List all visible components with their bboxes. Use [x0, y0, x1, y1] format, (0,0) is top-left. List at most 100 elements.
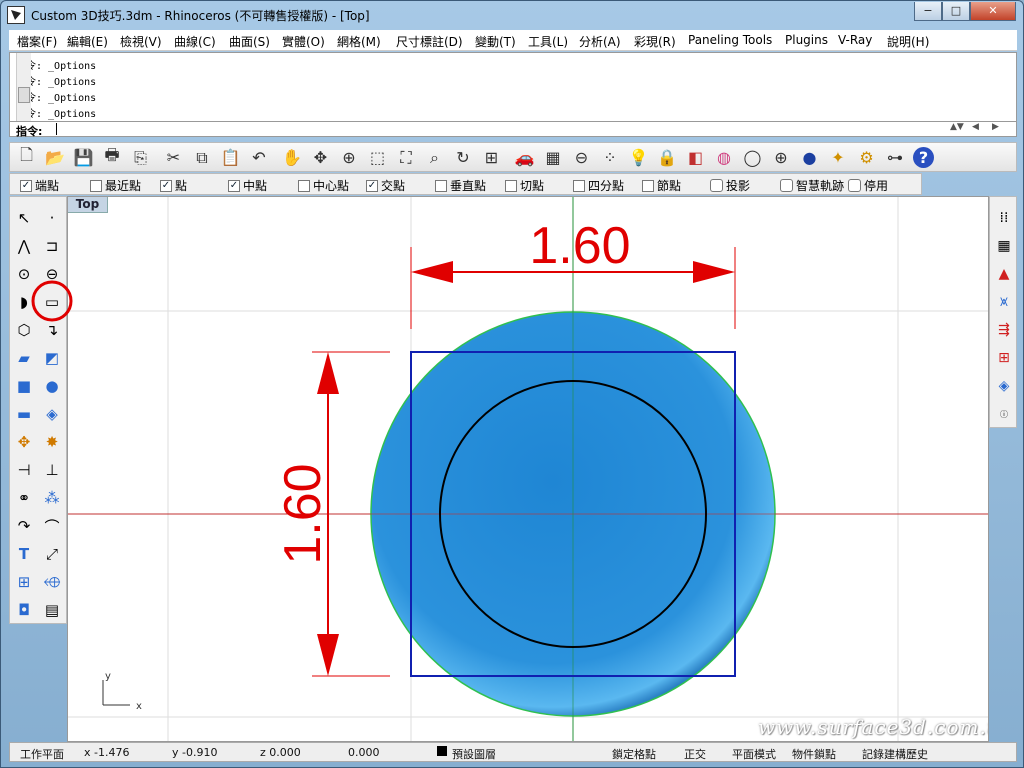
- checkbox[interactable]: [642, 179, 654, 192]
- command-line[interactable]: 指令: ▲▼ ◀ ▶: [9, 121, 1017, 138]
- split-icon[interactable]: ⊣: [13, 459, 35, 481]
- zoom-selected-icon[interactable]: ⌕: [424, 147, 445, 168]
- checkbox[interactable]: [505, 179, 517, 192]
- maximize-button[interactable]: □: [942, 2, 970, 21]
- osnap-near[interactable]: 最近點: [90, 177, 141, 194]
- osnap-disable[interactable]: 停用: [848, 177, 888, 194]
- spin-arrow-icon[interactable]: ▲▼: [950, 122, 964, 132]
- print-icon[interactable]: 🖶: [102, 145, 123, 168]
- osnap-project[interactable]: 投影: [710, 177, 750, 194]
- mesh-icon[interactable]: ◈: [41, 403, 63, 425]
- zoom-window-icon[interactable]: ⬚: [367, 147, 388, 168]
- checkbox[interactable]: [90, 179, 102, 192]
- polygon-icon[interactable]: ⬡: [13, 319, 35, 341]
- lock-icon[interactable]: 🔒: [657, 147, 678, 168]
- checkbox[interactable]: [435, 179, 447, 192]
- grid-shade-icon[interactable]: ▦: [543, 147, 564, 168]
- surface-icon[interactable]: ▰: [13, 347, 35, 369]
- menu-plugins[interactable]: Plugins: [785, 33, 828, 47]
- paste-icon[interactable]: 📋: [220, 147, 241, 168]
- toggle-box[interactable]: [710, 179, 723, 192]
- osnap-tan[interactable]: 切點: [505, 177, 544, 194]
- grid-points-icon[interactable]: ⁞⁞: [993, 207, 1015, 229]
- explode-icon[interactable]: ✸: [41, 431, 63, 453]
- box-icon[interactable]: ■: [13, 375, 35, 397]
- pan-icon[interactable]: ✋: [282, 147, 303, 168]
- open-icon[interactable]: 📂: [45, 147, 66, 168]
- checkbox[interactable]: ✓: [160, 179, 172, 192]
- osnap-smarttrack[interactable]: 智慧軌跡: [780, 177, 844, 194]
- menu-vray[interactable]: V-Ray: [838, 33, 872, 47]
- render-icon[interactable]: ✦: [828, 147, 849, 168]
- curve-tools-icon[interactable]: ↷: [13, 515, 35, 537]
- status-layer[interactable]: 預設圖層: [452, 746, 496, 762]
- select-arrow-icon[interactable]: ↖: [13, 207, 35, 229]
- status-record-history[interactable]: 記錄建構歷史: [862, 746, 928, 762]
- cylinder-icon[interactable]: ▬: [13, 403, 35, 425]
- history-scrollbar[interactable]: [16, 53, 31, 121]
- status-cplane[interactable]: 工作平面: [20, 746, 64, 762]
- zoom-icon[interactable]: ⊕: [339, 147, 360, 168]
- status-grid-snap[interactable]: 鎖定格點: [612, 746, 656, 762]
- section-icon[interactable]: ⊖: [571, 147, 592, 168]
- rectangle-icon[interactable]: ▭: [41, 291, 63, 313]
- mesh-grid-icon[interactable]: ▦: [993, 235, 1015, 257]
- osnap-point[interactable]: ✓ 點: [160, 177, 187, 194]
- loft-icon[interactable]: ◩: [41, 347, 63, 369]
- menu-edit[interactable]: 編輯(E): [67, 33, 108, 50]
- offset-icon[interactable]: ⌒: [41, 515, 63, 537]
- array-icon[interactable]: ⊞: [13, 571, 35, 593]
- circle-icon[interactable]: ⊙: [13, 263, 35, 285]
- rotate-view-icon[interactable]: ✥: [310, 147, 331, 168]
- material-icon[interactable]: ◧: [685, 147, 706, 168]
- undo-icon[interactable]: ↶: [249, 147, 270, 168]
- scrollbar-thumb[interactable]: [18, 87, 30, 103]
- osnap-center[interactable]: 中心點: [298, 177, 349, 194]
- hierarchy-icon[interactable]: ⊶: [885, 147, 906, 168]
- ellipse-icon[interactable]: ⊖: [41, 263, 63, 285]
- light-icon[interactable]: 💡: [628, 147, 649, 168]
- edit-points-icon[interactable]: ⬲: [41, 571, 63, 593]
- checkbox[interactable]: ✓: [366, 179, 378, 192]
- dimension-icon[interactable]: ⤢: [41, 543, 63, 565]
- point-icon[interactable]: ·: [41, 207, 63, 229]
- top-viewport[interactable]: 1.60 1.60 y x Top www.surface3d.com.tw: [67, 196, 989, 742]
- menu-file[interactable]: 檔案(F): [17, 33, 57, 50]
- copy-icon[interactable]: ⧉: [192, 147, 213, 168]
- panel-grid-icon[interactable]: ⊞: [993, 347, 1015, 369]
- minimize-button[interactable]: −: [914, 2, 942, 21]
- toggle-box[interactable]: [848, 179, 861, 192]
- redo-view-icon[interactable]: ↻: [453, 147, 474, 168]
- import-icon[interactable]: ⎘: [130, 147, 151, 168]
- solid-union-icon[interactable]: ●: [41, 375, 63, 397]
- layer-icon[interactable]: ▤: [41, 599, 63, 621]
- close-button[interactable]: ✕: [970, 2, 1016, 21]
- points-cloud-icon[interactable]: ⁂: [41, 487, 63, 509]
- curve-icon[interactable]: ⊐: [41, 235, 63, 257]
- help-icon[interactable]: ?: [913, 147, 934, 168]
- menu-tools[interactable]: 工具(L): [528, 33, 568, 50]
- menu-surface[interactable]: 曲面(S): [229, 33, 270, 50]
- menu-render[interactable]: 彩現(R): [634, 33, 676, 50]
- fillet-curve-icon[interactable]: ↴: [41, 319, 63, 341]
- menu-solid[interactable]: 實體(O): [282, 33, 325, 50]
- cut-icon[interactable]: ✂: [163, 147, 184, 168]
- checkbox[interactable]: [298, 179, 310, 192]
- boolean-icon[interactable]: ⚭: [13, 487, 35, 509]
- osnap-quad[interactable]: 四分點: [573, 177, 624, 194]
- triangle-icon[interactable]: ▲: [993, 263, 1015, 285]
- status-osnap[interactable]: 物件鎖點: [792, 746, 836, 762]
- move-points-icon[interactable]: ⇶: [993, 319, 1015, 341]
- menu-transform[interactable]: 變動(T): [475, 33, 516, 50]
- status-planar[interactable]: 平面模式: [732, 746, 776, 762]
- osnap-perp[interactable]: 垂直點: [435, 177, 486, 194]
- checkbox[interactable]: ✓: [20, 179, 32, 192]
- about-icon[interactable]: ⓘ: [993, 403, 1015, 425]
- save-icon[interactable]: 💾: [73, 147, 94, 168]
- checkbox[interactable]: [573, 179, 585, 192]
- car-icon[interactable]: 🚗: [514, 147, 535, 168]
- block-icon[interactable]: ◘: [13, 599, 35, 621]
- text-icon[interactable]: T: [13, 543, 35, 565]
- checkbox[interactable]: ✓: [228, 179, 240, 192]
- arc-icon[interactable]: ◗: [13, 291, 35, 313]
